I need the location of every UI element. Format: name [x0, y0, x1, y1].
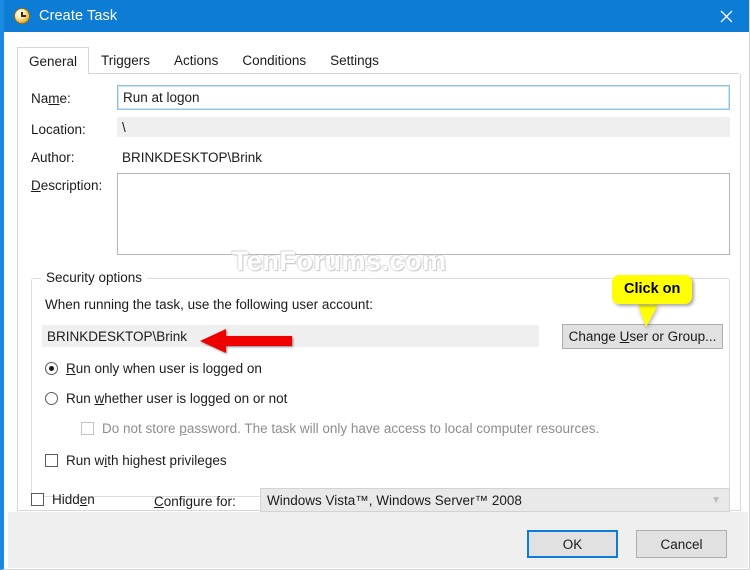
checkbox-do-not-store-password-label: Do not store password. The task will onl… [102, 421, 600, 436]
name-label: Name: [31, 91, 71, 106]
cancel-button-label: Cancel [660, 536, 703, 552]
checkbox-do-not-store-password[interactable]: Do not store password. The task will onl… [81, 421, 599, 436]
description-label: Description: [31, 178, 103, 193]
click-on-callout: Click on [612, 275, 693, 304]
tab-actions[interactable]: Actions [162, 47, 230, 73]
radio-run-only-when-logged-on-label: Run only when user is logged on [66, 361, 262, 376]
configure-for-select[interactable]: Windows Vista™, Windows Server™ 2008 ▼ [260, 488, 730, 512]
location-label: Location: [31, 122, 86, 137]
ok-button[interactable]: OK [527, 530, 618, 558]
radio-run-whether-logged-on-or-not-label: Run whether user is logged on or not [66, 391, 288, 406]
user-account-value: BRINKDESKTOP\Brink [47, 328, 188, 344]
radio-run-only-when-logged-on[interactable]: Run only when user is logged on [45, 361, 262, 376]
tab-settings[interactable]: Settings [318, 47, 391, 73]
tab-triggers[interactable]: Triggers [89, 47, 162, 73]
tab-general[interactable]: General [17, 47, 90, 74]
red-left-arrow-icon [200, 329, 292, 358]
security-options-group: Security options When running the task, … [31, 270, 730, 497]
security-options-title: Security options [41, 270, 148, 285]
account-prompt-label: When running the task, use the following… [45, 297, 373, 312]
location-field: \ [117, 117, 730, 137]
create-task-dialog: Create Task General Triggers Actions Con… [0, 0, 750, 570]
author-label: Author: [31, 150, 75, 165]
ok-button-label: OK [562, 536, 583, 552]
screenshot-root: Create Task General Triggers Actions Con… [0, 0, 750, 570]
description-input[interactable] [117, 173, 730, 255]
checkbox-run-with-highest-privileges-label: Run with highest privileges [66, 453, 227, 468]
checkbox-indicator [45, 454, 58, 467]
location-value: \ [122, 119, 126, 135]
radio-indicator [45, 392, 58, 405]
tab-conditions[interactable]: Conditions [230, 47, 318, 73]
radio-run-whether-logged-on-or-not[interactable]: Run whether user is logged on or not [45, 391, 287, 406]
checkbox-hidden[interactable]: Hidden [31, 492, 95, 507]
cancel-button[interactable]: Cancel [636, 530, 727, 558]
name-input[interactable]: Run at logon [117, 85, 730, 110]
tab-strip: General Triggers Actions Conditions Sett… [17, 47, 739, 74]
callout-tail [638, 305, 658, 327]
checkbox-run-with-highest-privileges[interactable]: Run with highest privileges [45, 453, 227, 468]
radio-indicator [45, 362, 58, 375]
checkbox-indicator [81, 422, 94, 435]
chevron-down-icon: ▼ [711, 494, 721, 506]
title-bar: Create Task [4, 0, 749, 32]
change-user-or-group-button[interactable]: Change User or Group... [562, 324, 723, 349]
name-input-value: Run at logon [123, 90, 200, 105]
configure-for-value: Windows Vista™, Windows Server™ 2008 [267, 492, 522, 508]
author-value: BRINKDESKTOP\Brink [122, 150, 263, 165]
checkbox-indicator [31, 493, 44, 506]
configure-for-label: Configure for: [154, 494, 236, 509]
dialog-footer: OK Cancel [8, 512, 748, 568]
close-icon[interactable] [703, 0, 749, 32]
window-title: Create Task [39, 8, 118, 24]
checkbox-hidden-label: Hidden [52, 492, 95, 507]
change-user-or-group-label: Change User or Group... [568, 329, 717, 344]
clock-icon [14, 8, 30, 24]
